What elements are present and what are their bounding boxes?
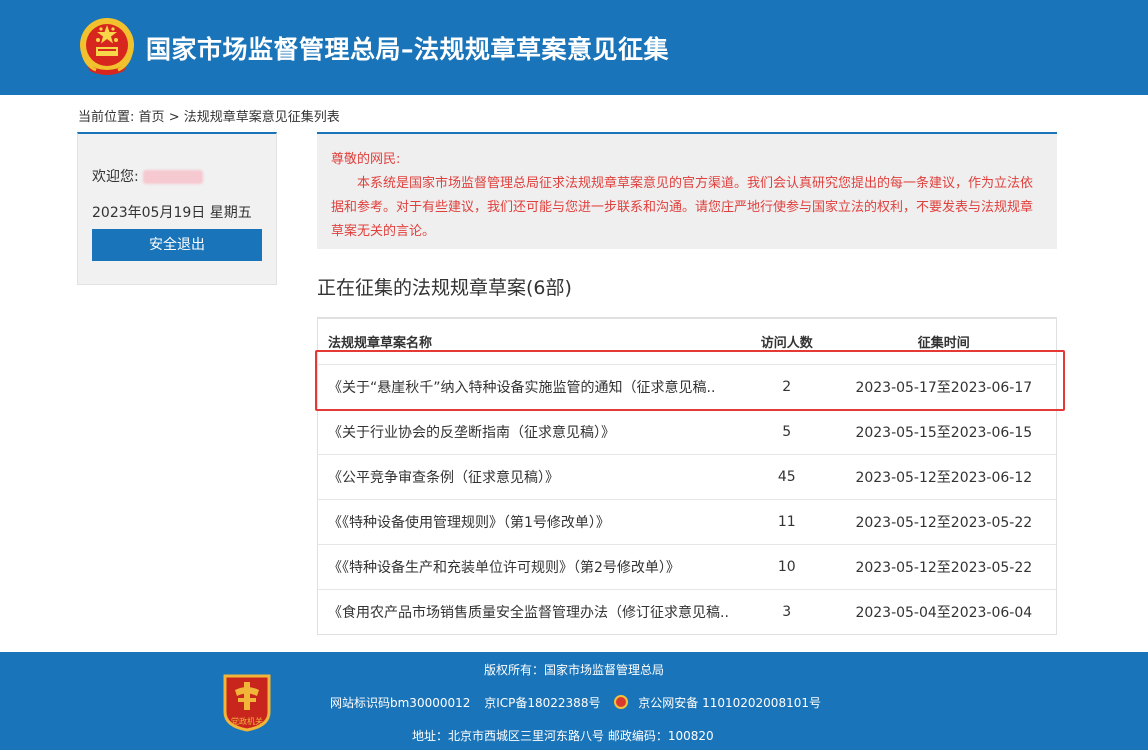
party-government-badge-icon: 党政机关 [223, 674, 271, 732]
draft-title-link[interactable]: 《《特种设备生产和充装单位许可规则》（第2号修改单）》 [328, 560, 680, 576]
footer-copyright: 版权所有：国家市场监督管理总局 [483, 663, 664, 677]
collection-period: 2023-05-04至2023-06-04 [855, 605, 1033, 621]
police-badge-icon [614, 695, 629, 709]
section-title: 正在征集的法规规章草案(6部) [317, 277, 572, 299]
footer-registration: 网站标识码bm30000012 京ICP备18022388号 京公网安备 110… [330, 694, 821, 711]
visit-count: 3 [782, 604, 792, 620]
welcome-line: 欢迎您: [92, 166, 203, 186]
table-row[interactable]: 《《特种设备使用管理规则》（第1号修改单）》 11 2023-05-12至202… [318, 499, 1056, 544]
site-title: 国家市场监督管理总局–法规规章草案意见征集 [146, 35, 670, 64]
table-row[interactable]: 《关于行业协会的反垄断指南（征求意见稿）》 5 2023-05-15至2023-… [318, 409, 1056, 454]
column-header-period: 征集时间 [917, 336, 970, 351]
breadcrumb: 当前位置: 首页 > 法规规章草案意见征集列表 [78, 106, 340, 125]
draft-title-link[interactable]: 《关于行业协会的反垄断指南（征求意见稿）》 [328, 425, 615, 441]
user-panel: 欢迎您: 2023年05月19日 星期五 安全退出 [77, 132, 277, 285]
table-row[interactable]: 《关于“悬崖秋千”纳入特种设备实施监管的通知（征求意见稿.. 2 2023-05… [318, 364, 1056, 409]
visit-count: 5 [782, 424, 792, 440]
visit-count: 45 [777, 469, 796, 485]
site-footer: 党政机关 版权所有：国家市场监督管理总局 网站标识码bm30000012 京IC… [0, 652, 1148, 750]
visit-count: 2 [782, 379, 792, 395]
visit-count: 11 [777, 514, 796, 530]
collection-period: 2023-05-17至2023-06-17 [855, 380, 1033, 396]
breadcrumb-home-link[interactable]: 首页 [139, 110, 165, 125]
national-emblem-icon [80, 18, 134, 75]
column-header-name: 法规规章草案名称 [328, 336, 433, 351]
footer-address: 地址：北京市西城区三里河东路八号 邮政编码：100820 [412, 729, 714, 743]
logout-button[interactable]: 安全退出 [92, 229, 262, 261]
breadcrumb-current: 法规规章草案意见征集列表 [183, 110, 340, 125]
notice-body: 本系统是国家市场监督管理总局征求法规规章草案意见的官方渠道。我们会认真研究您提出… [331, 176, 1034, 239]
table-row[interactable]: 《公平竞争审查条例（征求意见稿）》 45 2023-05-12至2023-06-… [318, 454, 1056, 499]
table-row[interactable]: 《食用农产品市场销售质量安全监督管理办法（修订征求意见稿.. 3 2023-05… [318, 589, 1056, 634]
column-header-visits: 访问人数 [760, 336, 813, 351]
notice-box: 尊敬的网民: 本系统是国家市场监督管理总局征求法规规章草案意见的官方渠道。我们会… [317, 132, 1057, 249]
breadcrumb-separator: > [168, 110, 180, 125]
footer-site-id: 网站标识码bm30000012 [330, 696, 471, 710]
notice-greeting: 尊敬的网民: [331, 152, 401, 167]
current-date: 2023年05月19日 星期五 [92, 205, 252, 221]
draft-title-link[interactable]: 《《特种设备使用管理规则》（第1号修改单）》 [328, 515, 610, 531]
visit-count: 10 [777, 559, 796, 575]
breadcrumb-prefix: 当前位置: [78, 110, 135, 125]
draft-title-link[interactable]: 《食用农产品市场销售质量安全监督管理办法（修订征求意见稿.. [328, 605, 729, 621]
badge-text: 党政机关 [231, 716, 263, 726]
table-header: 法规规章草案名称 访问人数 征集时间 [318, 319, 1056, 364]
welcome-label: 欢迎您: [92, 169, 139, 185]
footer-icp-link[interactable]: 京ICP备18022388号 [484, 696, 600, 710]
collection-period: 2023-05-12至2023-05-22 [855, 560, 1033, 576]
username-redacted [142, 170, 203, 184]
footer-police-link[interactable]: 京公网安备 11010202008101号 [638, 696, 821, 710]
collection-period: 2023-05-12至2023-05-22 [855, 515, 1033, 531]
table-row[interactable]: 《《特种设备生产和充装单位许可规则》（第2号修改单）》 10 2023-05-1… [318, 544, 1056, 589]
drafts-table: 法规规章草案名称 访问人数 征集时间 《关于“悬崖秋千”纳入特种设备实施监管的通… [317, 317, 1057, 635]
collection-period: 2023-05-12至2023-06-12 [855, 470, 1033, 486]
site-header: 国家市场监督管理总局–法规规章草案意见征集 [0, 0, 1148, 95]
draft-title-link[interactable]: 《关于“悬崖秋千”纳入特种设备实施监管的通知（征求意见稿.. [328, 380, 715, 396]
draft-title-link[interactable]: 《公平竞争审查条例（征求意见稿）》 [328, 470, 559, 486]
collection-period: 2023-05-15至2023-06-15 [855, 425, 1033, 441]
